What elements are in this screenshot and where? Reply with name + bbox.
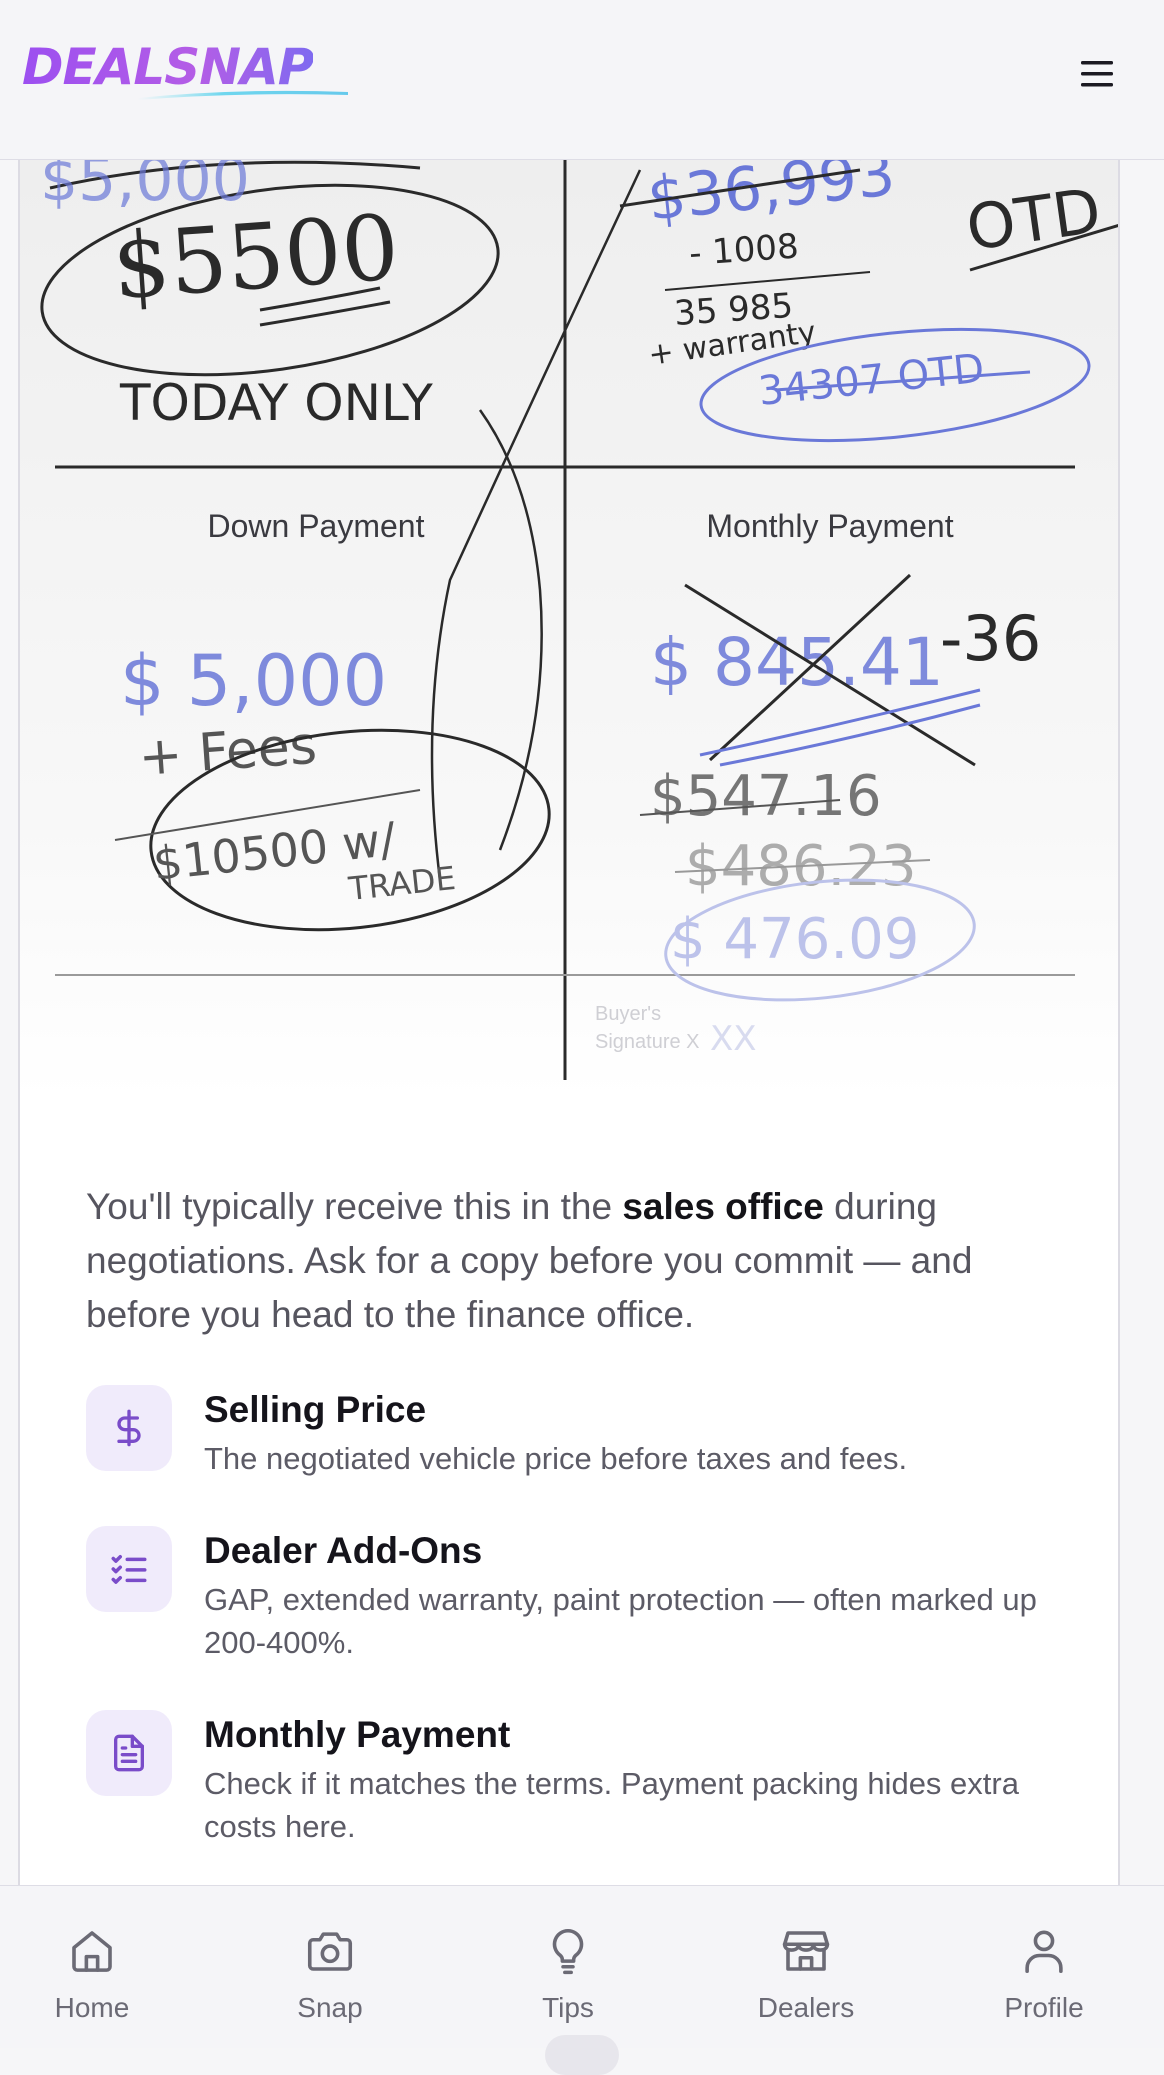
svg-text:$ 476.09: $ 476.09: [670, 907, 919, 972]
feature-description: GAP, extended warranty, paint protection…: [204, 1582, 1037, 1660]
bottom-navigation: Home Snap Tips Dealers Profile: [0, 1885, 1164, 2048]
svg-text:Buyer's: Buyer's: [595, 1003, 661, 1025]
document-icon: [86, 1710, 172, 1796]
nav-label: Home: [54, 1992, 130, 2023]
hamburger-menu-icon[interactable]: [1070, 52, 1124, 96]
intro-paragraph: You'll typically receive this in the sal…: [86, 1180, 1076, 1342]
feature-title: Selling Price: [204, 1389, 427, 1430]
feature-dealer-add-ons: Dealer Add-Ons GAP, extended warranty, p…: [86, 1526, 1076, 1676]
feature-description: The negotiated vehicle price before taxe…: [204, 1441, 908, 1476]
nav-label: Profile: [1004, 1992, 1084, 2023]
feature-title: Dealer Add-Ons: [204, 1530, 483, 1571]
four-square-worksheet-photo: $5500 TODAY ONLY $5,000 $36,993 - 1008 3…: [20, 160, 1118, 1100]
dollar-sign-icon: [86, 1385, 172, 1471]
nav-item-home[interactable]: Home: [0, 1924, 192, 2034]
lightbulb-icon: [552, 1928, 584, 1975]
app-header: DEALSNAP: [0, 0, 1164, 160]
nav-label: Tips: [542, 1992, 594, 2023]
nav-label: Snap: [297, 1992, 363, 2023]
feature-selling-price: Selling Price The negotiated vehicle pri…: [86, 1385, 1076, 1495]
logo-swoosh: [138, 90, 348, 100]
svg-text:Signature X: Signature X: [595, 1031, 700, 1053]
document-info-card: $5500 TODAY ONLY $5,000 $36,993 - 1008 3…: [18, 160, 1120, 1885]
nav-item-snap[interactable]: Snap: [230, 1924, 430, 2034]
feature-monthly-payment: Monthly Payment Check if it matches the …: [86, 1710, 1076, 1860]
svg-text:XX: XX: [710, 1019, 757, 1059]
svg-text:TODAY ONLY: TODAY ONLY: [119, 374, 433, 432]
feature-description: Check if it matches the terms. Payment p…: [204, 1766, 1019, 1844]
svg-text:$ 5,000: $ 5,000: [120, 640, 387, 722]
nav-item-dealers[interactable]: Dealers: [706, 1924, 906, 2034]
svg-text:+ Fees: + Fees: [137, 716, 319, 788]
checklist-icon: [86, 1526, 172, 1612]
svg-text:-36: -36: [940, 602, 1041, 675]
nav-item-tips[interactable]: Tips: [468, 1924, 668, 2034]
monthly-payment-label: Monthly Payment: [706, 508, 954, 544]
home-indicator: [545, 2035, 619, 2075]
down-payment-label: Down Payment: [207, 508, 425, 544]
intro-emphasis: sales office: [622, 1186, 824, 1227]
svg-text:$ 845.41: $ 845.41: [650, 624, 944, 701]
svg-text:$547.16: $547.16: [650, 764, 882, 829]
svg-text:$5,000: $5,000: [40, 160, 250, 215]
nav-item-profile[interactable]: Profile: [944, 1924, 1144, 2034]
home-icon: [72, 1931, 112, 1972]
feature-title: Monthly Payment: [204, 1714, 511, 1755]
nav-label: Dealers: [757, 1992, 855, 2023]
intro-text-before: You'll typically receive this in the: [86, 1186, 623, 1227]
store-icon: [782, 1931, 830, 1971]
camera-icon: [307, 1932, 353, 1971]
svg-text:- 1008: - 1008: [688, 226, 800, 274]
user-icon: [1025, 1930, 1063, 1974]
